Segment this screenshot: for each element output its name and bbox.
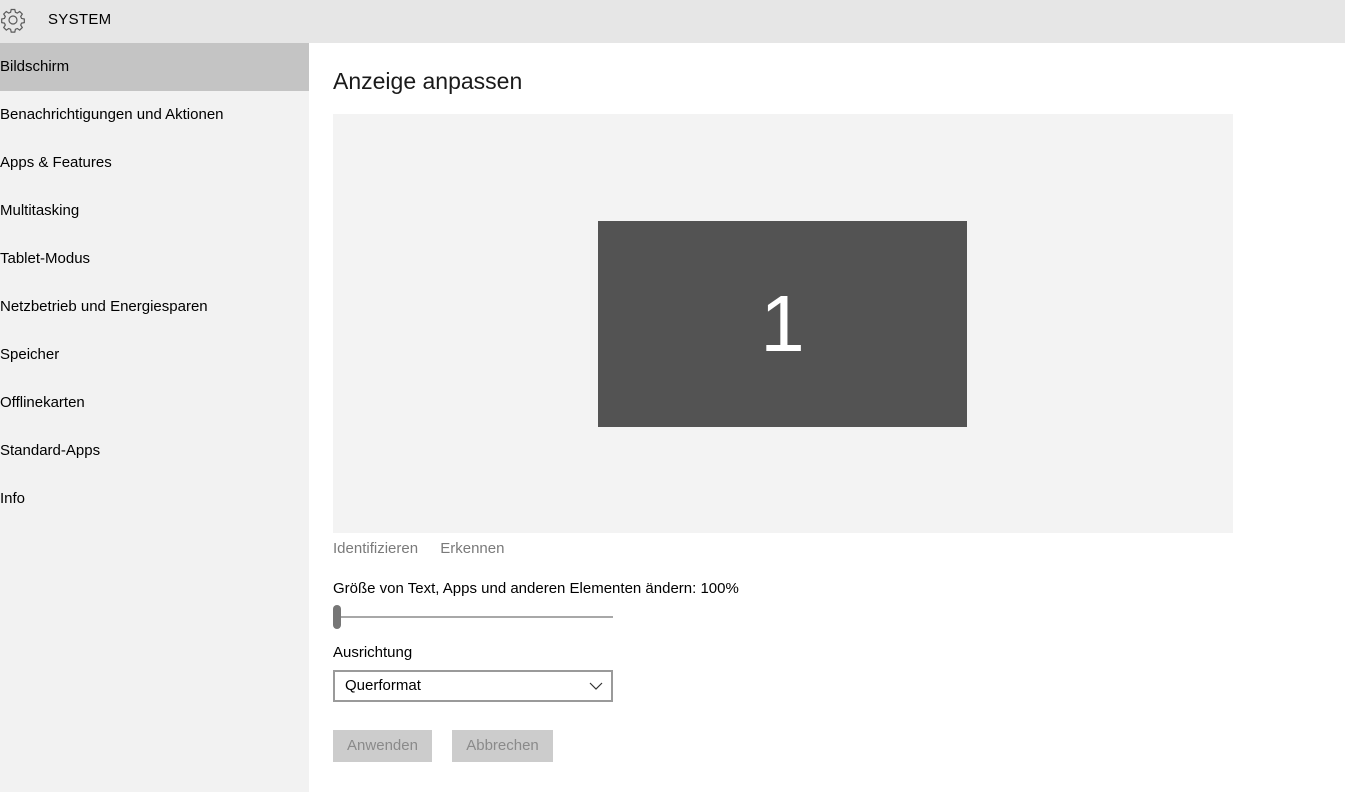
- sidebar-item-apps-features[interactable]: Apps & Features: [0, 139, 309, 187]
- identify-link[interactable]: Identifizieren: [333, 540, 418, 557]
- orientation-selected-value: Querformat: [345, 677, 421, 694]
- monitor-1[interactable]: 1: [598, 221, 967, 427]
- sidebar-item-benachrichtigungen[interactable]: Benachrichtigungen und Aktionen: [0, 91, 309, 139]
- apply-button[interactable]: Anwenden: [333, 730, 432, 762]
- display-arrangement-area: 1: [333, 114, 1233, 533]
- chevron-down-icon: [589, 682, 603, 690]
- page-title: Anzeige anpassen: [333, 68, 523, 94]
- slider-thumb[interactable]: [333, 605, 341, 629]
- cancel-button[interactable]: Abbrechen: [452, 730, 553, 762]
- sidebar-item-speicher[interactable]: Speicher: [0, 331, 309, 379]
- slider-track: [333, 616, 613, 618]
- sidebar-item-tablet-modus[interactable]: Tablet-Modus: [0, 235, 309, 283]
- sidebar-item-bildschirm[interactable]: Bildschirm: [0, 43, 309, 91]
- scale-slider[interactable]: [333, 605, 613, 629]
- app-title: SYSTEM: [48, 11, 112, 28]
- orientation-label: Ausrichtung: [333, 644, 413, 661]
- title-bar: SYSTEM: [0, 0, 1345, 43]
- main-content: Anzeige anpassen 1 Identifizieren Erkenn…: [309, 43, 1345, 792]
- sidebar-item-multitasking[interactable]: Multitasking: [0, 187, 309, 235]
- orientation-dropdown[interactable]: Querformat: [333, 670, 613, 702]
- sidebar: Bildschirm Benachrichtigungen und Aktion…: [0, 43, 309, 792]
- display-links: Identifizieren Erkennen: [333, 540, 522, 557]
- gear-icon: [1, 8, 25, 33]
- detect-link[interactable]: Erkennen: [440, 540, 504, 557]
- sidebar-item-info[interactable]: Info: [0, 475, 309, 523]
- sidebar-item-netzbetrieb[interactable]: Netzbetrieb und Energiesparen: [0, 283, 309, 331]
- sidebar-item-offlinekarten[interactable]: Offlinekarten: [0, 379, 309, 427]
- scale-label: Größe von Text, Apps und anderen Element…: [333, 580, 739, 597]
- sidebar-item-standard-apps[interactable]: Standard-Apps: [0, 427, 309, 475]
